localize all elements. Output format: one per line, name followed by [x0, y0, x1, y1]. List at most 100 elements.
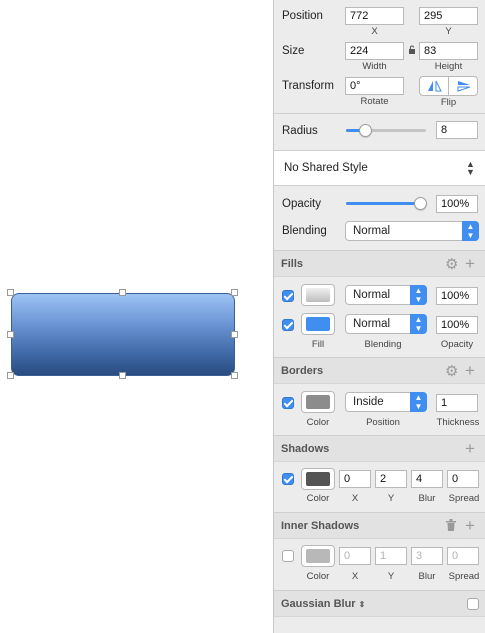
- size-width-field[interactable]: 224: [345, 42, 404, 60]
- fill-1-blend-select[interactable]: Normal ▲ ▼: [345, 285, 427, 305]
- inner-shadow-spread-field[interactable]: 0: [447, 547, 479, 565]
- inner-shadow-x-field[interactable]: 0: [339, 547, 371, 565]
- border-thickness-field[interactable]: 1: [436, 394, 478, 412]
- shadow-checkbox[interactable]: [282, 473, 294, 485]
- size-label: Size: [282, 45, 305, 57]
- border-thickness-caption: Thickness: [436, 417, 480, 428]
- shadow-spread-field[interactable]: 0: [447, 470, 479, 488]
- blending-value: Normal: [353, 225, 391, 237]
- inner-shadows-header: Inner Shadows +: [274, 512, 485, 539]
- rotate-caption: Rotate: [360, 96, 389, 107]
- shadow-spread-caption: Spread: [448, 493, 480, 504]
- trash-icon[interactable]: [446, 519, 456, 534]
- inner-shadow-swatch: [306, 549, 330, 563]
- opacity-field[interactable]: 100%: [436, 195, 478, 213]
- fill-2-checkbox[interactable]: [282, 319, 294, 331]
- fill-1-swatch: [306, 288, 330, 302]
- gaussian-blur-header: Gaussian Blur ⇕: [274, 590, 485, 617]
- canvas[interactable]: [0, 0, 274, 633]
- gaussian-blur-title: Gaussian Blur: [281, 598, 356, 610]
- fill-caption: Fill: [311, 339, 325, 350]
- flip-caption: Flip: [440, 97, 457, 108]
- size-width-caption: Width: [362, 61, 387, 72]
- opacity-slider-fill: [346, 202, 422, 205]
- blending-select[interactable]: Normal ▲ ▼: [345, 221, 479, 241]
- flip-horizontal-button[interactable]: [420, 77, 449, 95]
- chevron-updown-icon: ▲ ▼: [410, 285, 427, 305]
- add-shadow-icon[interactable]: +: [465, 440, 475, 457]
- chevron-updown-icon: ▲ ▼: [410, 314, 427, 334]
- rectangle-shape[interactable]: [11, 293, 235, 376]
- chevron-updown-icon: ▲ ▼: [410, 392, 427, 412]
- inner-shadow-checkbox[interactable]: [282, 550, 294, 562]
- border-checkbox[interactable]: [282, 397, 294, 409]
- fill-2-swatch: [306, 317, 330, 331]
- shadows-title: Shadows: [281, 443, 330, 455]
- borders-header: Borders ⚙ +: [274, 357, 485, 384]
- radius-slider-knob[interactable]: [359, 124, 372, 137]
- border-swatch: [306, 395, 330, 409]
- position-x-field[interactable]: 772: [345, 7, 404, 25]
- inner-shadow-y-field[interactable]: 1: [375, 547, 407, 565]
- transform-label: Transform: [282, 80, 334, 92]
- fill-1-color-button[interactable]: [301, 284, 335, 306]
- inner-shadow-blur-caption: Blur: [418, 571, 436, 582]
- selected-rectangle[interactable]: [7, 289, 238, 379]
- shadow-y-caption: Y: [387, 493, 395, 504]
- fill-2-blend-select[interactable]: Normal ▲ ▼: [345, 314, 427, 334]
- rotate-field[interactable]: 0°: [345, 77, 404, 95]
- fill-2-color-button[interactable]: [301, 313, 335, 335]
- inner-shadow-x-caption: X: [351, 571, 359, 582]
- fill-1-checkbox[interactable]: [282, 290, 294, 302]
- border-position-value: Inside: [353, 396, 384, 408]
- resize-handle-top[interactable]: [119, 289, 126, 296]
- shadow-swatch: [306, 472, 330, 486]
- shadow-x-field[interactable]: 0: [339, 470, 371, 488]
- add-fill-icon[interactable]: +: [465, 255, 475, 272]
- fill-1-opacity-field[interactable]: 100%: [436, 287, 478, 305]
- shadow-blur-field[interactable]: 4: [411, 470, 443, 488]
- gaussian-blur-checkbox[interactable]: [467, 598, 479, 610]
- border-color-button[interactable]: [301, 391, 335, 413]
- border-position-caption: Position: [366, 417, 400, 428]
- inner-shadow-blur-field[interactable]: 3: [411, 547, 443, 565]
- fill-2-opacity-field[interactable]: 100%: [436, 316, 478, 334]
- shadow-color-button[interactable]: [301, 468, 335, 490]
- shadow-color-caption: Color: [306, 493, 330, 504]
- inner-shadow-color-button[interactable]: [301, 545, 335, 567]
- border-position-select[interactable]: Inside ▲ ▼: [345, 392, 427, 412]
- add-inner-shadow-icon[interactable]: +: [465, 517, 475, 534]
- resize-handle-bottom[interactable]: [119, 372, 126, 379]
- radius-field[interactable]: 8: [436, 121, 478, 139]
- add-border-icon[interactable]: +: [465, 362, 475, 379]
- resize-handle-bottom-left[interactable]: [7, 372, 14, 379]
- inner-shadow-spread-caption: Spread: [448, 571, 480, 582]
- position-label: Position: [282, 10, 323, 22]
- resize-handle-right[interactable]: [231, 331, 238, 338]
- fill-opacity-caption: Opacity: [440, 339, 474, 350]
- inspector-panel: Position 772 295 X Y Size 224 83 Width H…: [273, 0, 485, 633]
- inner-shadow-color-caption: Color: [306, 571, 330, 582]
- shadow-y-field[interactable]: 2: [375, 470, 407, 488]
- opacity-slider-knob[interactable]: [414, 197, 427, 210]
- fills-header: Fills ⚙ +: [274, 250, 485, 277]
- shadow-blur-caption: Blur: [418, 493, 436, 504]
- resize-handle-bottom-right[interactable]: [231, 372, 238, 379]
- fills-title: Fills: [281, 258, 304, 270]
- resize-handle-top-right[interactable]: [231, 289, 238, 296]
- size-height-field[interactable]: 83: [419, 42, 478, 60]
- gear-icon[interactable]: ⚙: [445, 364, 458, 379]
- shared-style-dropdown[interactable]: No Shared Style ▲ ▼: [274, 151, 485, 185]
- gaussian-blur-dropdown[interactable]: Gaussian Blur ⇕: [281, 598, 365, 610]
- opacity-label: Opacity: [282, 198, 321, 210]
- lock-icon[interactable]: [408, 45, 416, 54]
- resize-handle-top-left[interactable]: [7, 289, 14, 296]
- resize-handle-left[interactable]: [7, 331, 14, 338]
- flip-vertical-button[interactable]: [449, 77, 478, 95]
- blending-label: Blending: [282, 225, 327, 237]
- gear-icon[interactable]: ⚙: [445, 257, 458, 272]
- position-y-caption: Y: [445, 26, 452, 37]
- radius-label: Radius: [282, 125, 318, 137]
- position-y-field[interactable]: 295: [419, 7, 478, 25]
- inner-shadows-title: Inner Shadows: [281, 520, 360, 532]
